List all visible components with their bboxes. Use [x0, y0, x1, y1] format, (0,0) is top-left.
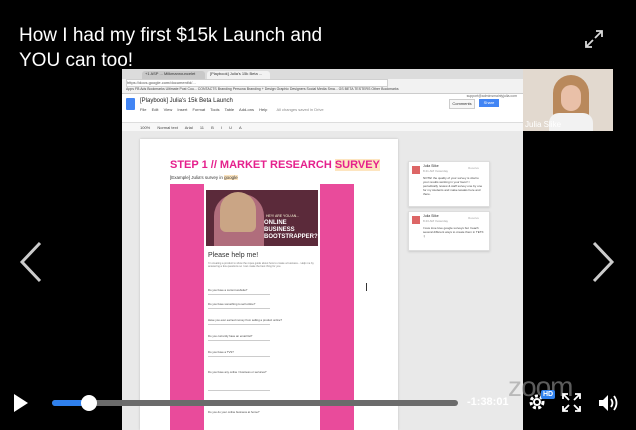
comment-card[interactable]: Julia Slike 8:41 AM Yesterday Resolve NO… [408, 161, 490, 207]
next-arrow-icon[interactable] [588, 240, 618, 284]
screen-share: +1 ASP ... Milkmanrouncelet [Playbook] J… [122, 69, 523, 430]
font-size-select[interactable]: 11 [200, 125, 204, 130]
menu-help[interactable]: Help [259, 107, 267, 112]
survey-title: Please help me! [208, 252, 259, 259]
menu-edit[interactable]: Edit [152, 107, 159, 112]
video-title-line2: YOU can too! [19, 50, 134, 71]
participant-name: Julia Slike [525, 120, 562, 129]
survey-question: Do you have a current website? [208, 288, 248, 292]
fullscreen-icon[interactable] [562, 393, 581, 412]
comment-body: NOTE! the quality of your survey is vita… [423, 176, 483, 196]
menu-table[interactable]: Table [225, 107, 235, 112]
address-bar: https://docs.google.com/document/d/... [122, 79, 523, 87]
bookmarks-bar[interactable]: Apps FB Ads Bookmarks Ultimate Post Cou.… [122, 87, 523, 94]
example-note-link[interactable]: google [224, 175, 238, 180]
previous-arrow-icon[interactable] [16, 240, 46, 284]
doc-menu-bar: File Edit View Insert Format Tools Table… [140, 107, 328, 112]
survey-answer-line[interactable] [208, 294, 270, 295]
menu-view[interactable]: View [164, 107, 173, 112]
survey-banner-image: HEY! ARE YOU AN... ONLINE BUSINESS BOOTS… [206, 190, 318, 246]
doc-page[interactable]: STEP 1 // MARKET RESEARCH SURVEY [Exampl… [140, 139, 398, 430]
docs-logo-icon[interactable] [126, 98, 135, 110]
comment-time: 8:43 AM Yesterday [423, 219, 449, 223]
play-icon[interactable] [12, 393, 30, 413]
style-select[interactable]: Normal text [157, 125, 177, 130]
resolve-button[interactable]: Resolve [468, 166, 479, 170]
step-title-highlight: SURVEY [334, 159, 380, 171]
text-cursor-icon [366, 283, 370, 291]
avatar [412, 216, 420, 224]
avatar [412, 166, 420, 174]
webcam-face [561, 85, 581, 111]
font-select[interactable]: Arial [185, 125, 193, 130]
text-color-button[interactable]: A [239, 125, 242, 130]
video-player: +1 ASP ... Milkmanrouncelet [Playbook] J… [0, 0, 636, 430]
menu-format[interactable]: Format [192, 107, 205, 112]
banner-small-text: HEY! ARE YOU AN... [266, 214, 300, 218]
survey-answer-line[interactable] [208, 308, 270, 309]
italic-button[interactable]: I [221, 125, 222, 130]
comment-card[interactable]: Julia Slike 8:43 AM Yesterday Resolve I … [408, 211, 490, 251]
comment-author: Julia Slike [423, 214, 439, 218]
banner-hair-image [220, 192, 256, 232]
step-title: STEP 1 // MARKET RESEARCH SURVEY [170, 159, 380, 171]
example-note: [Example] Julia's survey in google [170, 175, 238, 180]
progress-handle[interactable] [81, 395, 97, 411]
survey-question: Do you have any online / business or ser… [208, 370, 267, 374]
doc-title[interactable]: [Playbook] Julia's 15k Beta Launch [140, 98, 233, 104]
survey-answer-line[interactable] [208, 390, 270, 391]
hd-badge: HD [541, 390, 556, 399]
survey-question: Do you have something to sell online? [208, 302, 256, 306]
comments-button[interactable]: Comments [449, 99, 475, 109]
saved-status: All changes saved in Drive [276, 107, 324, 112]
share-button[interactable]: Share [479, 99, 499, 107]
survey-answer-line[interactable] [208, 324, 270, 325]
expand-icon[interactable] [584, 29, 604, 49]
url-field[interactable]: https://docs.google.com/document/d/... [126, 79, 388, 87]
survey-answer-line[interactable] [208, 356, 270, 357]
volume-icon[interactable] [597, 393, 621, 413]
bold-button[interactable]: B [211, 125, 214, 130]
step-title-text: STEP 1 // MARKET RESEARCH [170, 159, 335, 171]
doc-canvas: STEP 1 // MARKET RESEARCH SURVEY [Exampl… [122, 131, 523, 430]
comment-author: Julia Slike [423, 164, 439, 168]
zoom-select[interactable]: 100% [140, 125, 150, 130]
survey-answer-line[interactable] [208, 340, 270, 341]
survey-question: Have you ever earned money from selling … [208, 318, 283, 322]
comment-time: 8:41 AM Yesterday [423, 169, 449, 173]
survey-description: I'm creating a product to show the ropes… [208, 262, 314, 269]
video-title: How I had my first $15k Launch and YOU c… [19, 23, 379, 73]
menu-addons[interactable]: Add-ons [239, 107, 254, 112]
survey-question: Do you have a TVS? [208, 350, 234, 354]
menu-file[interactable]: File [140, 107, 146, 112]
menu-tools[interactable]: Tools [210, 107, 219, 112]
example-note-text: [Example] Julia's survey in [170, 175, 225, 180]
survey-question: Do you currently have an email list? [208, 334, 253, 338]
progress-track[interactable] [52, 400, 458, 406]
resolve-button[interactable]: Resolve [468, 216, 479, 220]
survey-form: HEY! ARE YOU AN... ONLINE BUSINESS BOOTS… [204, 184, 320, 430]
survey-screenshot: HEY! ARE YOU AN... ONLINE BUSINESS BOOTS… [170, 184, 354, 430]
video-title-line1: How I had my first $15k Launch and [19, 25, 323, 46]
banner-big-text: ONLINE BUSINESS BOOTSTRAPPER? [264, 220, 318, 240]
survey-question: Do you do your online business at home? [208, 410, 260, 414]
docs-header: [Playbook] Julia's 15k Beta Launch File … [122, 94, 523, 123]
user-email: support@adminsmainlyjulia.com [466, 94, 517, 98]
time-remaining: -1:38:01 [467, 396, 509, 408]
menu-insert[interactable]: Insert [177, 107, 187, 112]
comment-body: I love love love google surveys but I te… [423, 226, 484, 238]
underline-button[interactable]: U [229, 125, 232, 130]
